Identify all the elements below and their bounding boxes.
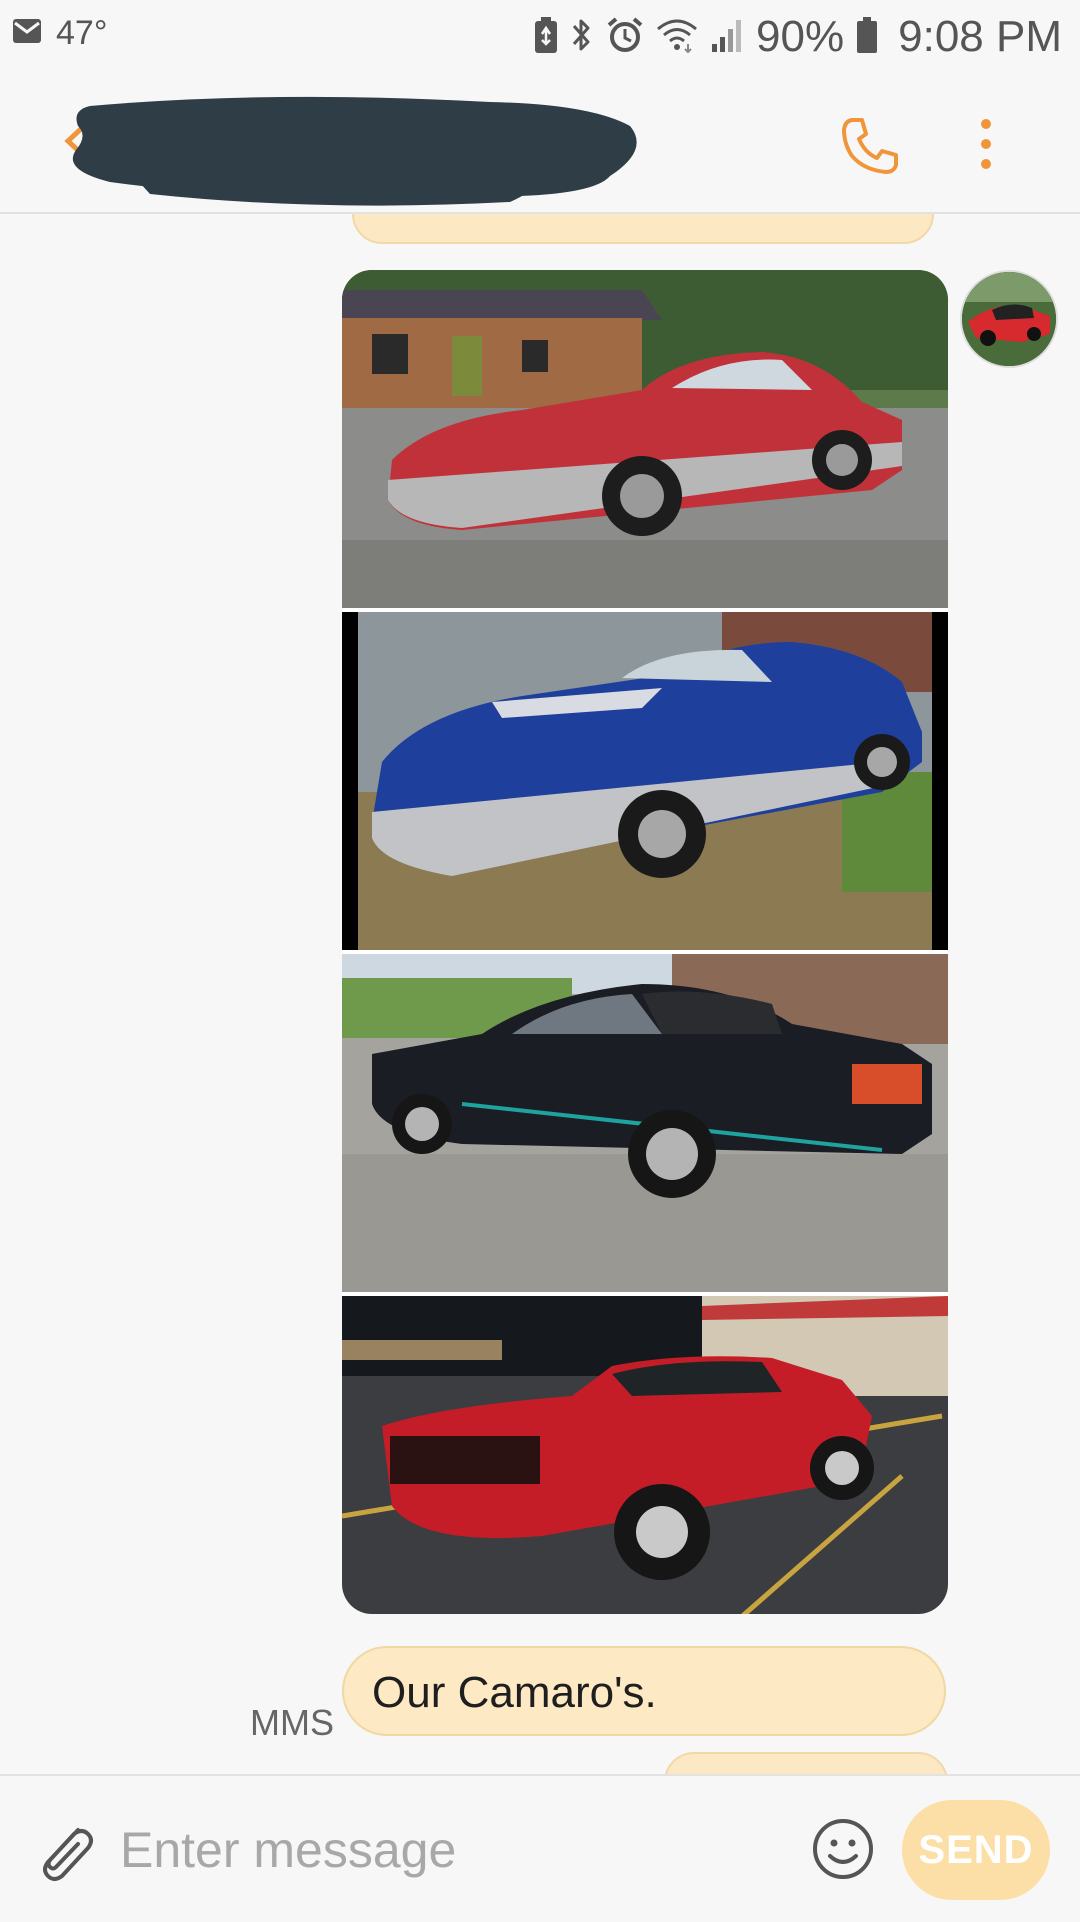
contact-avatar[interactable] [960,270,1058,368]
smiley-icon [813,1819,873,1879]
wifi-icon [656,16,698,59]
message-list[interactable]: MMS Our Camaro's. [0,214,1080,1774]
send-button[interactable]: SEND [902,1800,1050,1900]
message-input[interactable] [116,1810,804,1890]
contact-name-redacted[interactable] [70,92,645,210]
attach-button[interactable] [34,1816,98,1886]
next-message-bubble[interactable] [664,1752,948,1774]
message-row: MMS Our Camaro's. [0,1646,1080,1746]
bluetooth-icon [570,16,594,59]
red-camaro-photo[interactable] [342,270,948,608]
phone-icon [842,118,898,174]
paperclip-icon [43,1828,93,1881]
call-button[interactable] [838,114,902,178]
more-vertical-icon [981,119,991,169]
clock: 9:08 PM [898,12,1062,61]
alarm-icon [606,16,644,59]
battery-percent: 90% [756,12,845,61]
conversation-header [0,70,1080,214]
previous-message-bubble[interactable] [352,214,934,244]
message-composer: SEND [0,1774,1080,1922]
emoji-button[interactable] [810,1816,876,1882]
status-bar: 47° 90% 9:08 PM [0,0,1080,70]
mail-icon [12,18,42,49]
battery-saver-icon [534,16,558,59]
status-bar-right: 90% 9:08 PM [534,12,1062,62]
red-1967-camaro-photo[interactable] [342,1296,948,1614]
black-iroc-z-convertible-photo[interactable] [342,954,948,1292]
mms-photo-group[interactable] [342,270,948,1614]
signal-icon [710,16,744,59]
message-text: Our Camaro's. [372,1668,657,1717]
status-bar-left: 47° [12,14,107,53]
message-bubble[interactable]: Our Camaro's. [342,1646,946,1736]
blue-camaro-photo[interactable] [342,612,948,950]
more-options-button[interactable] [972,114,1000,174]
battery-icon [856,16,878,59]
message-type-label: MMS [250,1702,334,1743]
redaction-mark [72,96,637,206]
weather-temperature: 47° [56,14,108,52]
